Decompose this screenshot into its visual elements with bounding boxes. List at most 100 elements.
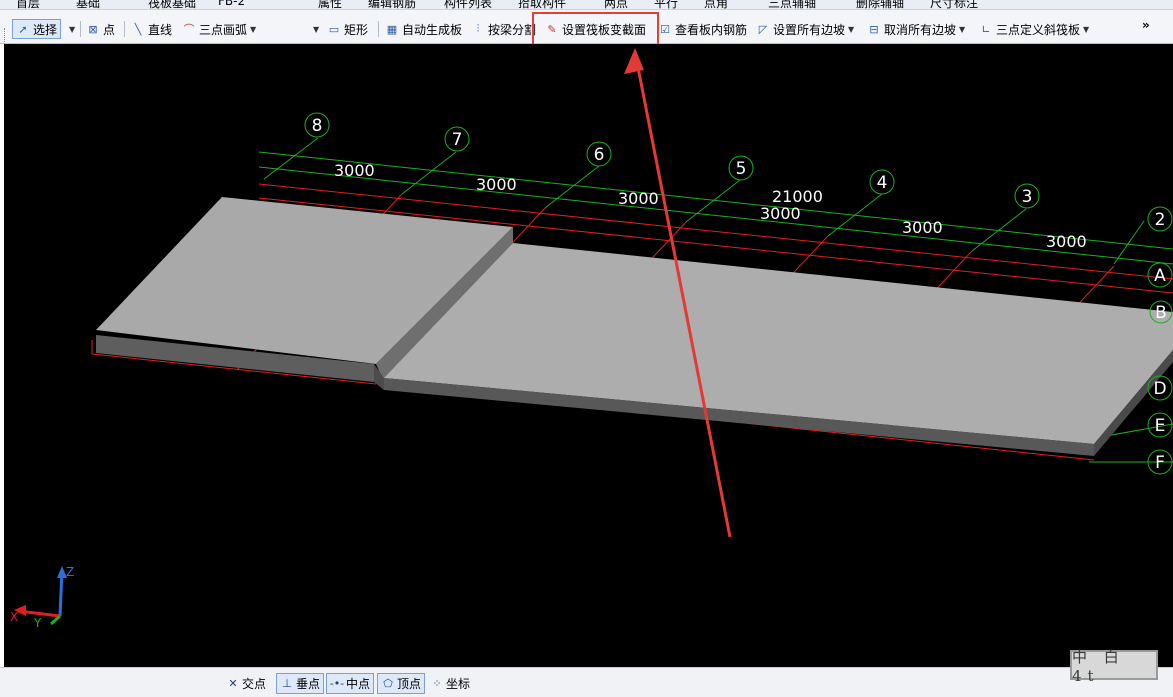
perpendicular-icon: ⊥ — [282, 677, 292, 690]
axis-label: 5 — [736, 159, 747, 179]
view-rebar-button[interactable]: ☑ 查看板内钢筋 — [658, 19, 747, 39]
dimension-text: 3000 — [476, 175, 517, 194]
snap-midpoint-toggle[interactable]: -•- 中点 — [326, 673, 375, 694]
select-button[interactable]: ➚ 选择 — [12, 19, 62, 39]
auto-gen-label: 自动生成板 — [402, 22, 463, 37]
angle-icon: ∟ — [981, 22, 991, 36]
auto-generate-slab-button[interactable]: ▦ 自动生成板 — [385, 19, 462, 39]
select-dropdown[interactable]: ▼ — [66, 19, 75, 39]
snap-intersection-label: 交点 — [242, 677, 267, 691]
axis-label: 3 — [1022, 187, 1033, 207]
property-button[interactable]: 属性 — [318, 0, 342, 9]
chevron-down-icon: ▼ — [313, 24, 320, 34]
three-point-slope-button[interactable]: ∟ 三点定义斜筏板 ▼ — [979, 19, 1089, 39]
viewport-canvas: 3000 3000 3000 21000 3000 3000 3000 8 7 … — [10, 48, 1173, 630]
arc-extra-dropdown[interactable]: ▼ — [310, 19, 319, 39]
point-button[interactable]: ⊠ 点 — [86, 19, 115, 39]
axis-label: 8 — [312, 116, 323, 136]
snap-perpendicular-label: 垂点 — [296, 677, 321, 691]
parallel-button[interactable]: 平行 — [654, 0, 678, 9]
cross-icon: ✕ — [228, 677, 238, 690]
point-angle-button[interactable]: 点角 — [704, 0, 728, 9]
cursor-icon: ➚ — [18, 22, 28, 36]
pick-component-button[interactable]: 拾取构件 — [518, 0, 566, 9]
set-all-slopes-button[interactable]: ◸ 设置所有边坡 ▼ — [756, 19, 854, 39]
cancel-slopes-label: 取消所有边坡 — [884, 22, 957, 37]
separator — [80, 21, 81, 37]
property-toolbar: 首层 基础 筏板基础 FB-2 属性 编辑钢筋 构件列表 拾取构件 两点 平行 … — [0, 0, 1173, 10]
axis-label: 4 — [877, 173, 888, 193]
dimension-text: 3000 — [1046, 232, 1087, 251]
chevron-down-icon: ▼ — [959, 24, 966, 34]
cad-viewport[interactable]: 3000 3000 3000 21000 3000 3000 3000 8 7 … — [4, 44, 1173, 667]
chevron-down-icon: ▼ — [69, 24, 76, 34]
toolbar-overflow-button[interactable]: » — [1142, 15, 1150, 35]
axis-label: A — [1154, 266, 1166, 286]
line-label: 直线 — [148, 22, 173, 37]
set-slopes-label: 设置所有边坡 — [773, 22, 846, 37]
two-point-button[interactable]: 两点 — [604, 0, 628, 9]
point-label: 点 — [103, 22, 116, 37]
z-axis-label: Z — [66, 565, 74, 579]
snap-coordinate-label: 坐标 — [446, 677, 471, 691]
dimension-text: 3000 — [760, 204, 801, 223]
axis-label: F — [1155, 453, 1165, 473]
checkbox-icon: ☑ — [660, 22, 670, 36]
slope-icon: ◸ — [758, 22, 768, 36]
three-point-slope-label: 三点定义斜筏板 — [996, 22, 1081, 37]
dimension-button[interactable]: 尺寸标注 — [930, 0, 978, 9]
snap-intersection-toggle[interactable]: ✕ 交点 — [226, 673, 266, 694]
line-button[interactable]: ╲ 直线 — [131, 19, 172, 39]
coordinate-icon: ⁘ — [432, 677, 442, 690]
axis-label: 2 — [1155, 210, 1166, 230]
snap-vertex-toggle[interactable]: ⬠ 顶点 — [377, 673, 426, 694]
pentagon-icon: ⬠ — [383, 677, 393, 690]
delete-axis-button[interactable]: 删除辅轴 — [856, 0, 904, 9]
chevron-down-icon: ▼ — [848, 24, 855, 34]
rectangle-icon: ▭ — [328, 22, 340, 36]
component-type-select[interactable]: 筏板基础 — [148, 0, 196, 9]
grid-icon: ▦ — [386, 22, 398, 36]
axis-label: 6 — [594, 145, 605, 165]
snap-coordinate-toggle[interactable]: ⁘ 坐标 — [430, 673, 470, 694]
split-label: 按梁分割 — [488, 22, 537, 37]
axis-label: E — [1155, 416, 1166, 436]
axis-label: D — [1153, 379, 1166, 399]
component-list-button[interactable]: 构件列表 — [444, 0, 492, 9]
snap-perpendicular-toggle[interactable]: ⊥ 垂点 — [276, 673, 325, 694]
arc-button[interactable]: ⌒ 三点画弧 ▼ — [182, 19, 257, 39]
axis-label: B — [1155, 303, 1167, 323]
separator — [124, 21, 125, 37]
dimension-text: 3000 — [334, 161, 375, 180]
arc-label: 三点画弧 — [199, 22, 248, 37]
select-label: 选择 — [33, 22, 58, 37]
snap-statusbar: ✕ 交点 ⊥ 垂点 -•- 中点 ⬠ 顶点 ⁘ 坐标 — [0, 667, 1173, 697]
dimension-text: 3000 — [902, 218, 943, 237]
coordinate-axes-gizmo: Z X Y — [10, 565, 74, 630]
axis-label: 7 — [452, 130, 463, 150]
axis-markers-top: 8 7 6 5 4 3 2 — [304, 112, 1173, 232]
edit-rebar-button[interactable]: 编辑钢筋 — [368, 0, 416, 9]
cancel-slope-icon: ⊟ — [869, 22, 879, 36]
three-point-axis-button[interactable]: 三点辅轴 — [768, 0, 816, 9]
snap-midpoint-label: 中点 — [346, 677, 371, 691]
dimension-text: 3000 — [618, 189, 659, 208]
category-select[interactable]: 基础 — [76, 0, 100, 9]
split-icon: ⫶ — [476, 22, 480, 35]
separator — [378, 21, 379, 37]
snap-vertex-label: 顶点 — [397, 677, 422, 691]
line-icon: ╲ — [134, 22, 142, 36]
raft-slab — [96, 197, 1173, 456]
cancel-all-slopes-button[interactable]: ⊟ 取消所有边坡 ▼ — [867, 19, 965, 39]
chevron-down-icon: ▼ — [1083, 24, 1090, 34]
floor-select[interactable]: 首层 — [16, 0, 40, 9]
y-axis-label: Y — [33, 616, 42, 630]
rect-label: 矩形 — [344, 22, 369, 37]
view-rebar-label: 查看板内钢筋 — [675, 22, 748, 37]
point-box-icon: ⊠ — [88, 22, 98, 36]
rect-button[interactable]: ▭ 矩形 — [327, 19, 368, 39]
component-name-select[interactable]: FB-2 — [218, 0, 245, 8]
x-axis-label: X — [10, 610, 18, 624]
arc-icon: ⌒ — [183, 23, 195, 36]
split-by-beam-button[interactable]: ⫶ 按梁分割 — [471, 19, 536, 39]
